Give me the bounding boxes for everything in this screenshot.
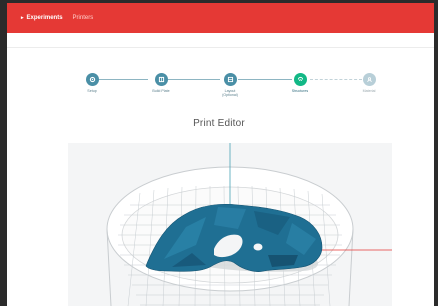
gear-icon bbox=[85, 73, 99, 86]
nav-printers[interactable]: Printers bbox=[73, 15, 94, 21]
step-layout-label: Layout (Optional) bbox=[222, 89, 238, 97]
plate-icon bbox=[154, 73, 168, 86]
step-material[interactable]: Material bbox=[347, 73, 391, 93]
workflow-stepper: Setup Build Plate Layout (Optional) Stru… bbox=[60, 73, 400, 109]
sub-header bbox=[7, 33, 434, 48]
nav-printers-label: Printers bbox=[72, 15, 94, 21]
caret-icon: ▸ bbox=[21, 15, 24, 21]
step-structures[interactable]: Structures bbox=[278, 73, 322, 93]
step-material-label: Material bbox=[362, 89, 376, 93]
structures-icon bbox=[293, 73, 307, 86]
step-layout[interactable]: Layout (Optional) bbox=[208, 73, 252, 97]
model-opening bbox=[253, 243, 263, 251]
step-setup[interactable]: Setup bbox=[70, 73, 114, 93]
material-icon bbox=[362, 73, 376, 86]
nav-experiments[interactable]: ▸ Experiments bbox=[21, 15, 63, 21]
page-title: Print Editor bbox=[193, 118, 245, 129]
layout-icon bbox=[223, 73, 237, 86]
top-navigation-bar: ▸ Experiments Printers bbox=[7, 3, 434, 33]
step-structures-label: Structures bbox=[291, 89, 309, 93]
nav-experiments-label: Experiments bbox=[26, 15, 63, 21]
step-setup-label: Setup bbox=[87, 89, 97, 93]
viewport-canvas[interactable] bbox=[68, 143, 392, 306]
step-build-plate[interactable]: Build Plate bbox=[139, 73, 183, 93]
step-build-plate-label: Build Plate bbox=[152, 89, 170, 93]
3d-viewport[interactable] bbox=[68, 143, 392, 306]
